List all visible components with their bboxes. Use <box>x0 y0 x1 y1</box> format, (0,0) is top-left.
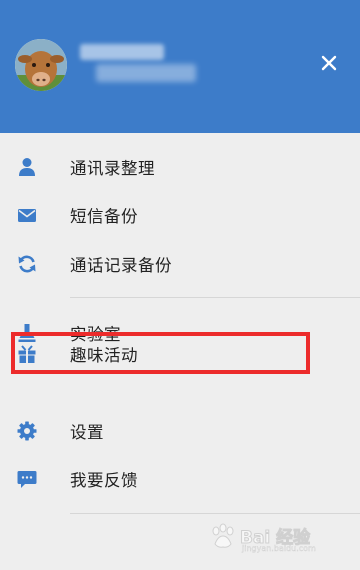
person-icon <box>15 155 39 179</box>
highlight-box <box>11 332 310 374</box>
menu-divider <box>70 513 360 514</box>
menu-item-settings[interactable]: 设置 <box>0 407 360 455</box>
account-blurred <box>96 64 196 82</box>
user-avatar[interactable] <box>15 39 67 91</box>
menu-item-feedback[interactable]: 我要反馈 <box>0 455 360 503</box>
menu-divider <box>70 297 360 298</box>
cow-avatar-icon <box>15 39 67 91</box>
menu-label: 通讯录整理 <box>70 159 155 178</box>
menu-item-contacts[interactable]: 通讯录整理 <box>0 143 360 191</box>
close-icon <box>321 55 337 71</box>
menu-item-sms-backup[interactable]: 短信备份 <box>0 191 360 239</box>
watermark-subtitle: jingyan.baidu.com <box>242 544 316 553</box>
chat-bubble-icon <box>15 467 39 491</box>
username-blurred <box>80 44 164 60</box>
close-button[interactable] <box>314 48 344 78</box>
menu-label: 设置 <box>70 423 104 442</box>
paw-logo-icon <box>212 523 234 548</box>
watermark: Bai 经验 jingyan.baidu.com <box>208 518 356 558</box>
gear-icon <box>15 419 39 443</box>
drawer-header <box>0 0 360 133</box>
menu-item-call-log-backup[interactable]: 通话记录备份 <box>0 240 360 288</box>
menu-label: 我要反馈 <box>70 471 138 490</box>
sync-icon <box>15 252 39 276</box>
menu-label: 短信备份 <box>70 207 138 226</box>
drawer-page: 通讯录整理 短信备份 通话记录备份 实验室 趣味活动 设置 我要反馈 Bai 经… <box>0 0 360 570</box>
envelope-icon <box>15 203 39 227</box>
menu-label: 通话记录备份 <box>70 256 172 275</box>
